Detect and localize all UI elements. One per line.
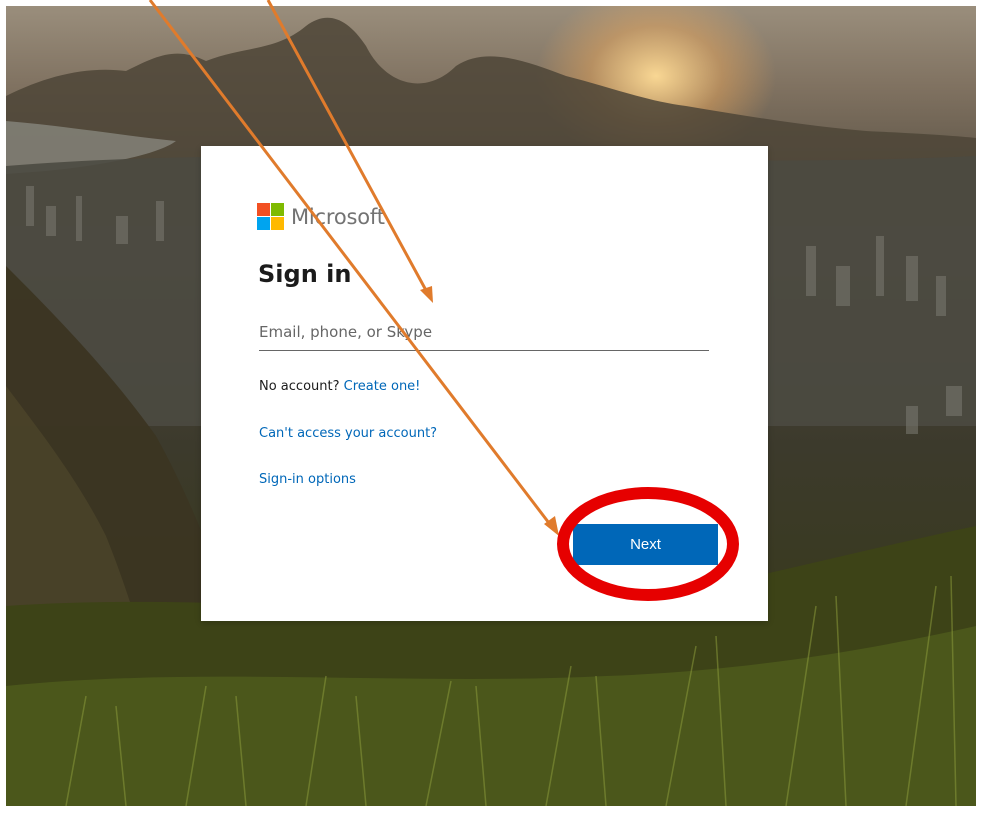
cant-access-row: Can't access your account? — [259, 426, 437, 441]
create-account-link[interactable]: Create one! — [344, 379, 421, 394]
page-title: Sign in — [258, 260, 352, 288]
microsoft-logo: Microsoft — [257, 203, 385, 230]
email-field[interactable] — [259, 314, 709, 351]
logo-square-blue — [257, 217, 270, 230]
signin-card: Microsoft Sign in No account? Create one… — [201, 146, 768, 621]
screen: Microsoft Sign in No account? Create one… — [0, 0, 982, 813]
logo-square-yellow — [271, 217, 284, 230]
logo-wordmark: Microsoft — [291, 204, 385, 229]
signin-options-row: Sign-in options — [259, 472, 356, 487]
no-account-label: No account? — [259, 379, 340, 394]
microsoft-windows-icon — [257, 203, 284, 230]
no-account-line: No account? Create one! — [259, 379, 420, 394]
logo-square-green — [271, 203, 284, 216]
signin-options-link[interactable]: Sign-in options — [259, 472, 356, 487]
logo-square-red — [257, 203, 270, 216]
next-button[interactable]: Next — [573, 524, 718, 565]
cant-access-link[interactable]: Can't access your account? — [259, 426, 437, 441]
